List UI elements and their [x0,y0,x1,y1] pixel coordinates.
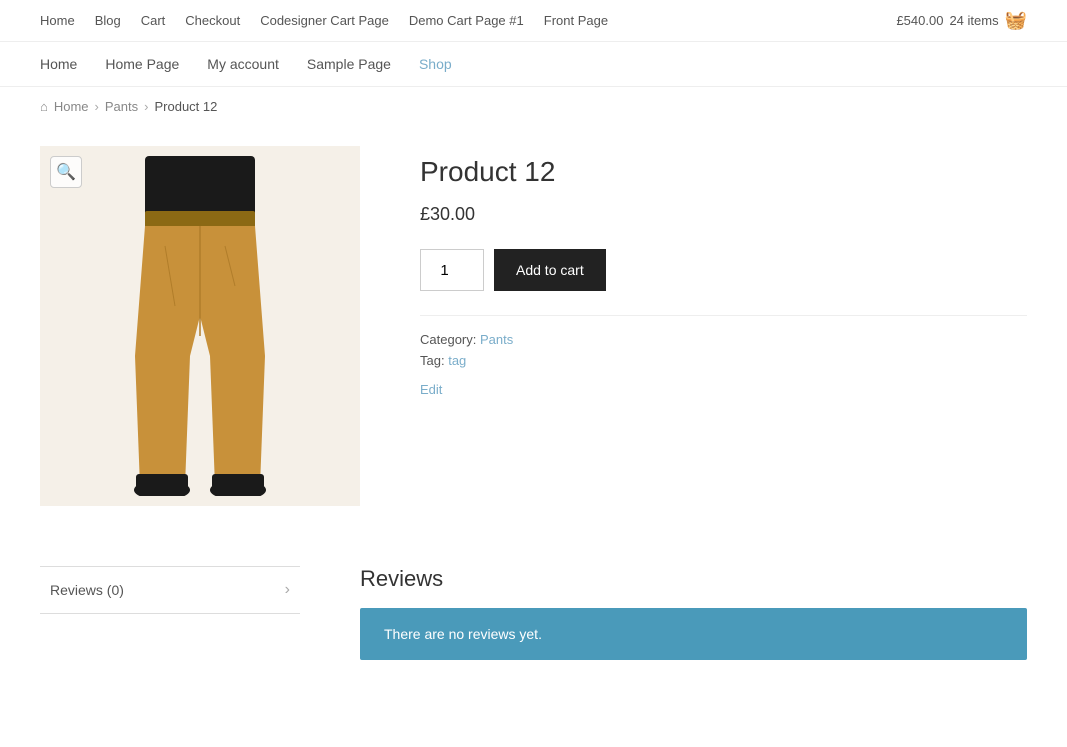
reviews-section: Reviews (0) › Reviews There are no revie… [0,546,1067,700]
main-nav-myaccount[interactable]: My account [207,56,279,72]
zoom-icon: 🔍 [56,162,76,182]
top-nav-blog[interactable]: Blog [95,13,121,28]
main-nav-samplepage[interactable]: Sample Page [307,56,391,72]
breadcrumb-current: Product 12 [154,99,217,114]
cart-basket-icon: 🧺 [1005,10,1027,31]
add-to-cart-button[interactable]: Add to cart [494,249,606,291]
breadcrumb-pants[interactable]: Pants [105,99,138,114]
product-title: Product 12 [420,156,1027,188]
reviews-tab[interactable]: Reviews (0) › [40,566,300,614]
reviews-content: Reviews There are no reviews yet. [360,566,1027,660]
product-container: 🔍 [0,126,1067,546]
top-nav-home[interactable]: Home [40,13,75,28]
main-nav-home[interactable]: Home [40,56,77,72]
top-nav-bar: Home Blog Cart Checkout Codesigner Cart … [0,0,1067,42]
chevron-right-icon: › [285,581,290,599]
top-nav-checkout[interactable]: Checkout [185,13,240,28]
product-divider [420,315,1027,316]
main-nav-bar: Home Home Page My account Sample Page Sh… [0,42,1067,87]
product-price: £30.00 [420,204,1027,225]
category-value-link[interactable]: Pants [480,332,513,347]
reviews-tab-panel: Reviews (0) › [40,566,300,660]
breadcrumb-sep-2: › [144,99,148,114]
cart-items-count: 24 items [949,13,998,28]
tag-label: Tag: [420,353,445,368]
product-category-row: Category: Pants [420,332,1027,347]
product-image-svg [90,156,310,496]
top-nav-codesigner-cart[interactable]: Codesigner Cart Page [260,13,389,28]
main-nav-homepage[interactable]: Home Page [105,56,179,72]
cart-total: £540.00 [896,13,943,28]
product-image [40,146,360,506]
zoom-button[interactable]: 🔍 [50,156,82,188]
product-tag-row: Tag: tag [420,353,1027,368]
breadcrumb: ⌂ Home › Pants › Product 12 [0,87,1067,126]
top-nav-cart[interactable]: Cart [141,13,166,28]
top-nav-links: Home Blog Cart Checkout Codesigner Cart … [40,13,608,28]
product-details: Product 12 £30.00 Add to cart Category: … [420,146,1027,506]
reviews-tab-label: Reviews (0) [50,582,124,598]
breadcrumb-home[interactable]: Home [54,99,89,114]
top-nav-front-page[interactable]: Front Page [544,13,608,28]
home-icon: ⌂ [40,99,48,114]
cart-summary[interactable]: £540.00 24 items 🧺 [896,10,1027,31]
reviews-title: Reviews [360,566,1027,592]
edit-link[interactable]: Edit [420,382,442,397]
category-label: Category: [420,332,476,347]
add-to-cart-row: Add to cart [420,249,1027,291]
top-nav-demo-cart[interactable]: Demo Cart Page #1 [409,13,524,28]
breadcrumb-sep-1: › [95,99,99,114]
main-nav-shop[interactable]: Shop [419,56,452,72]
tag-value-link[interactable]: tag [448,353,466,368]
product-image-area: 🔍 [40,146,360,506]
quantity-input[interactable] [420,249,484,291]
no-reviews-message: There are no reviews yet. [360,608,1027,660]
